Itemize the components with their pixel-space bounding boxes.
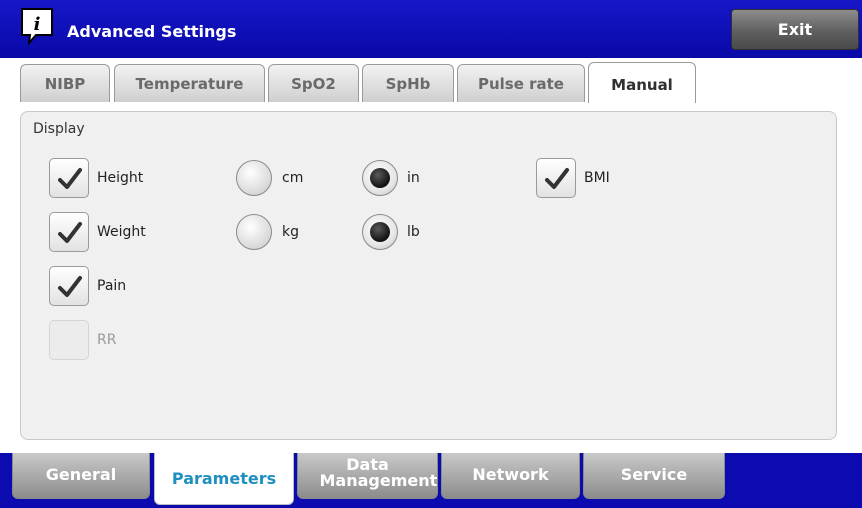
- checkmark-icon: [58, 168, 82, 189]
- bmi-checkbox[interactable]: [536, 158, 576, 198]
- weight-kg-radio[interactable]: [236, 214, 272, 250]
- weight-kg-label: kg: [282, 224, 299, 240]
- tab-data-management-label: Data Management: [319, 455, 438, 490]
- weight-lb-label: lb: [407, 224, 420, 240]
- weight-checkbox[interactable]: [49, 212, 89, 252]
- weight-label: Weight: [97, 224, 146, 240]
- pain-checkbox[interactable]: [49, 266, 89, 306]
- tab-general[interactable]: General: [12, 453, 150, 499]
- exit-button[interactable]: Exit: [731, 9, 859, 50]
- display-panel: [20, 111, 837, 440]
- height-label: Height: [97, 170, 144, 186]
- tab-spo2[interactable]: SpO2: [268, 64, 359, 102]
- svg-text:i: i: [34, 14, 41, 35]
- height-in-radio[interactable]: [362, 160, 398, 196]
- header-bar: i Advanced Settings Exit: [0, 0, 862, 58]
- height-cm-radio[interactable]: [236, 160, 272, 196]
- tab-temperature[interactable]: Temperature: [114, 64, 265, 102]
- tab-nibp[interactable]: NIBP: [20, 64, 110, 102]
- checkmark-icon: [545, 168, 569, 189]
- pain-label: Pain: [97, 278, 127, 294]
- page-title: Advanced Settings: [67, 22, 237, 41]
- tab-sphb[interactable]: SpHb: [362, 64, 454, 102]
- tab-data-management[interactable]: Data Management: [297, 453, 438, 499]
- tab-manual[interactable]: Manual: [588, 62, 696, 103]
- height-checkbox[interactable]: [49, 158, 89, 198]
- display-legend: Display: [33, 121, 85, 137]
- tab-pulse-rate[interactable]: Pulse rate: [457, 64, 585, 102]
- checkmark-icon: [58, 276, 82, 297]
- rr-checkbox: [49, 320, 89, 360]
- tab-service[interactable]: Service: [583, 453, 725, 499]
- rr-label: RR: [97, 332, 117, 348]
- tab-parameters[interactable]: Parameters: [154, 453, 294, 505]
- checkmark-icon: [58, 222, 82, 243]
- tab-network[interactable]: Network: [441, 453, 580, 499]
- height-cm-label: cm: [282, 170, 304, 186]
- bmi-label: BMI: [584, 170, 610, 186]
- info-speech-icon: i: [21, 8, 53, 45]
- height-in-label: in: [407, 170, 420, 186]
- weight-lb-radio[interactable]: [362, 214, 398, 250]
